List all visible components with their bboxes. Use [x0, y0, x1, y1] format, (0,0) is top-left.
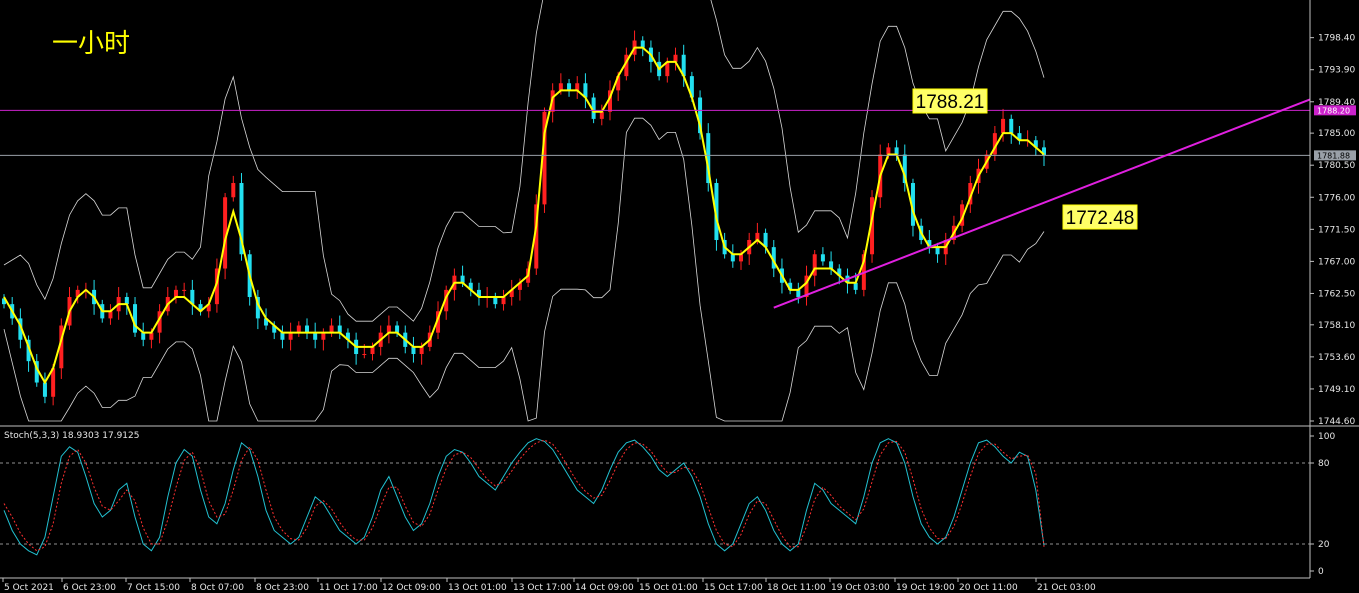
time-tick-label: 8 Oct 07:00 — [191, 583, 244, 593]
candle-body — [599, 111, 604, 119]
stoch-tick-label: 100 — [1318, 432, 1335, 442]
candle-body — [304, 325, 309, 333]
candle-body — [575, 83, 580, 91]
candle-body — [370, 346, 375, 355]
stoch-label: Stoch(5,3,3) 18.9303 17.9125 — [4, 431, 139, 441]
chart-background — [0, 0, 1359, 593]
candle-body — [149, 332, 154, 340]
price-tick-label: 1753.60 — [1318, 353, 1355, 363]
candle-body — [124, 297, 129, 305]
candle-body — [673, 54, 678, 62]
timeframe-title: 一小时 — [52, 29, 130, 59]
annotation-1788-label: 1788.21 — [916, 92, 985, 113]
candle-body — [820, 254, 825, 262]
candle-body — [141, 332, 146, 340]
price-tick-label: 1771.50 — [1318, 225, 1355, 235]
candle-body — [108, 311, 113, 319]
candle-body — [362, 354, 367, 356]
candle-body — [329, 325, 334, 333]
candle-body — [313, 332, 318, 340]
annotation-1772-label: 1772.48 — [1066, 208, 1135, 229]
price-box-label: 1788.20 — [1317, 106, 1350, 115]
time-tick-label: 15 Oct 17:00 — [704, 583, 763, 593]
price-box-label: 1781.88 — [1317, 151, 1350, 160]
candle-body — [796, 289, 801, 298]
candle-body — [173, 289, 178, 298]
candle-body — [567, 83, 572, 91]
time-tick-label: 15 Oct 01:00 — [639, 583, 698, 593]
annotation-1772: 1772.48 — [1062, 204, 1138, 230]
price-tick-label: 1749.10 — [1318, 385, 1355, 395]
time-tick-label: 13 Oct 01:00 — [448, 583, 507, 593]
candle-body — [640, 40, 645, 48]
candle-body — [853, 282, 858, 290]
candle-body — [460, 275, 465, 283]
price-tick-label: 1776.00 — [1318, 193, 1355, 203]
candle-body — [182, 289, 187, 291]
candle-body — [395, 325, 400, 333]
candle-body — [288, 332, 293, 340]
time-tick-label: 14 Oct 09:00 — [575, 583, 634, 593]
candle-body — [558, 83, 563, 91]
candle-body — [411, 346, 416, 355]
price-tick-label: 1758.10 — [1318, 321, 1355, 331]
candle-body — [1001, 118, 1006, 134]
chart-canvas: 一小时 1788.21 1772.48 1798.401793.901789.4… — [0, 0, 1359, 593]
time-tick-label: 8 Oct 23:00 — [256, 583, 309, 593]
candle-body — [829, 261, 834, 269]
candle-body — [730, 254, 735, 262]
time-tick-label: 19 Oct 03:00 — [831, 583, 890, 593]
time-tick-label: 19 Oct 19:00 — [896, 583, 955, 593]
candle-body — [886, 147, 891, 155]
time-tick-label: 13 Oct 17:00 — [513, 583, 572, 593]
candle-body — [501, 297, 506, 305]
candle-body — [337, 325, 342, 333]
price-tick-label: 1798.40 — [1318, 34, 1355, 44]
candle-body — [419, 346, 424, 355]
candle-body — [493, 297, 498, 305]
time-tick-label: 7 Oct 15:00 — [127, 583, 180, 593]
time-tick-label: 21 Oct 03:00 — [1037, 583, 1096, 593]
time-tick-label: 12 Oct 09:00 — [382, 583, 441, 593]
candle-body — [386, 325, 391, 333]
stoch-tick-label: 0 — [1318, 567, 1324, 577]
candle-body — [280, 332, 285, 340]
candle-body — [1009, 118, 1014, 134]
candle-body — [739, 254, 744, 262]
price-tick-label: 1767.00 — [1318, 257, 1355, 267]
candle-body — [133, 304, 138, 333]
candle-body — [321, 332, 326, 340]
price-tick-label: 1762.50 — [1318, 289, 1355, 299]
time-tick-label: 20 Oct 11:00 — [959, 583, 1018, 593]
candle-body — [231, 183, 236, 198]
time-tick-label: 6 Oct 23:00 — [63, 583, 116, 593]
candle-body — [935, 247, 940, 255]
price-tick-label: 1785.00 — [1318, 129, 1355, 139]
annotation-1788: 1788.21 — [912, 88, 988, 114]
price-tick-label: 1780.50 — [1318, 161, 1355, 171]
time-tick-label: 18 Oct 11:00 — [767, 583, 826, 593]
time-tick-label: 11 Oct 17:00 — [319, 583, 378, 593]
stoch-tick-label: 20 — [1318, 540, 1330, 550]
candle-body — [42, 382, 47, 397]
candle-body — [296, 325, 301, 333]
candle-body — [894, 147, 899, 155]
time-tick-label: 5 Oct 2021 — [4, 583, 54, 593]
price-tick-label: 1793.90 — [1318, 66, 1355, 76]
stoch-tick-label: 80 — [1318, 459, 1330, 469]
